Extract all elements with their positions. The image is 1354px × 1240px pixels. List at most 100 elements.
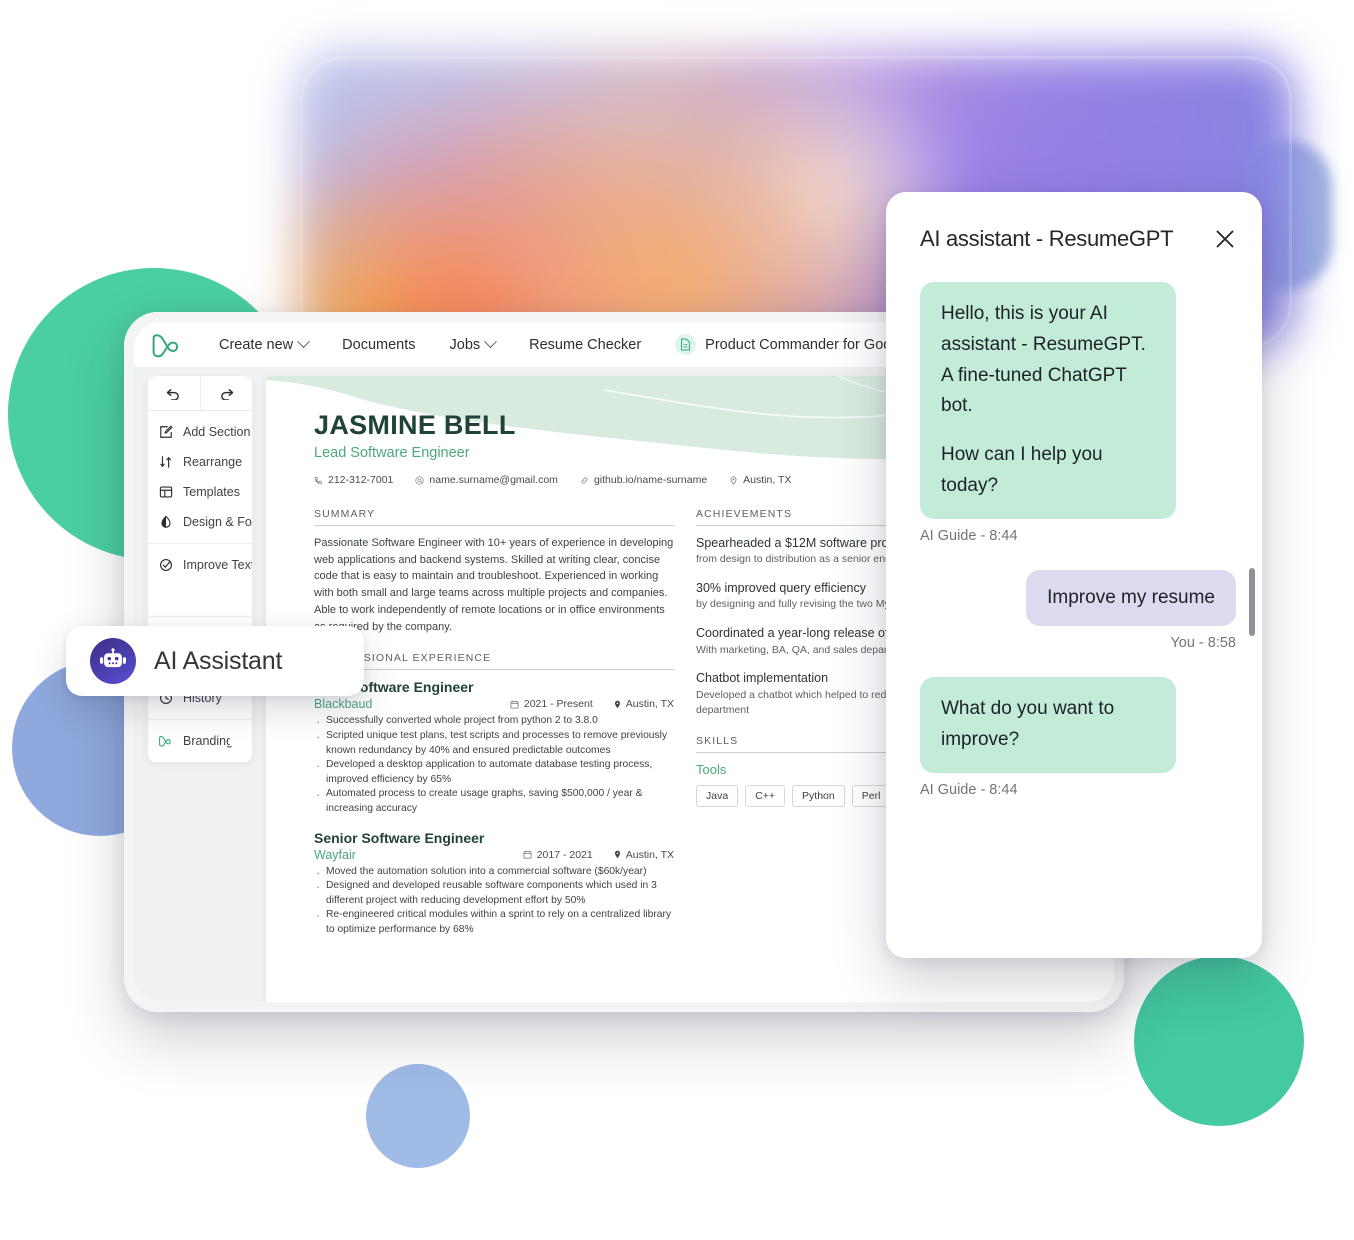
chat-bubble-paragraph: What do you want to improve? (941, 698, 1115, 751)
job-title: Lead Software Engineer (314, 679, 474, 696)
calendar-icon (510, 700, 519, 709)
chat-scrollbar-thumb[interactable] (1249, 568, 1255, 636)
edit-square-icon (158, 424, 174, 440)
chat-bubble-bot: Hello, this is your AI assistant - Resum… (920, 282, 1176, 519)
contact-link: github.io/name-surname (580, 474, 707, 486)
job-bullets: Moved the automation solution into a com… (314, 864, 674, 938)
nav-jobs-label: Jobs (449, 336, 481, 353)
sidebar-item-improve-text[interactable]: Improve Text (148, 550, 252, 580)
job-bullet: Moved the automation solution into a com… (314, 864, 674, 882)
phone-icon (314, 476, 322, 484)
sidebar-group-edit: Add Section Rearrange Templates Design &… (148, 411, 252, 543)
undo-button[interactable] (148, 376, 200, 410)
job-date: 2017 - 2021 (523, 849, 593, 861)
sidebar-item-label: Improve Text (183, 558, 252, 572)
pin-icon (730, 476, 737, 485)
job-meta: Blackbaud 2021 - Present Austin, TX (314, 697, 674, 711)
summary-text: Passionate Software Engineer with 10+ ye… (314, 537, 674, 633)
skill-chip: Java (696, 784, 739, 807)
nav-documents[interactable]: Documents (325, 337, 432, 353)
chat-timestamp: You - 8:58 (1170, 635, 1236, 652)
nav-resume-checker[interactable]: Resume Checker (512, 337, 658, 353)
sidebar-item-design-font[interactable]: Design & Font (148, 507, 252, 537)
experience-heading: PROFESSIONAL EXPERIENCE (314, 652, 674, 671)
chevron-down-icon (297, 335, 311, 349)
decorative-circle-blue-bottom (366, 1064, 470, 1168)
calendar-icon (523, 850, 532, 859)
sidebar-item-branding[interactable]: Branding (148, 726, 252, 756)
experience-section: PROFESSIONAL EXPERIENCE Lead Software En… (314, 652, 674, 937)
ai-assistant-pill[interactable]: AI Assistant (66, 626, 364, 696)
nav-create-new-label: Create new (219, 336, 294, 353)
sidebar-item-label: Rearrange (183, 455, 243, 469)
sidebar-item-label: Add Section (183, 425, 251, 439)
chat-bubble-paragraph: Improve my resume (1047, 586, 1215, 608)
document-icon (675, 334, 697, 355)
job-date-text: 2017 - 2021 (536, 848, 593, 861)
skill-chip: C++ (745, 784, 786, 807)
sidebar-item-rearrange[interactable]: Rearrange (148, 447, 252, 477)
contact-location-text: Austin, TX (743, 474, 792, 486)
summary-section: SUMMARY Passionate Software Engineer wit… (314, 508, 674, 635)
experience-entry: Senior Software Engineer Wayfair 2017 - … (314, 830, 674, 938)
chat-bubble-paragraph: Hello, this is your AI assistant - Resum… (941, 303, 1146, 417)
experience-entry: Lead Software Engineer Blackbaud 2021 - … (314, 679, 674, 816)
sidebar-item-templates[interactable]: Templates (148, 477, 252, 507)
nav-resume-checker-label: Resume Checker (529, 336, 642, 353)
job-title: Senior Software Engineer (314, 829, 485, 846)
screenshot-root: Create new Documents Jobs Resume Checker (0, 0, 1354, 1240)
job-bullet: Developed a desktop application to autom… (314, 757, 674, 787)
robot-icon (90, 638, 136, 684)
chat-bubble-user: Improve my resume (1026, 569, 1236, 627)
job-bullet: Automated process to create usage graphs… (314, 786, 674, 816)
job-bullets: Successfully converted whole project fro… (314, 713, 674, 816)
chat-bubble-bot: What do you want to improve? (920, 677, 1176, 773)
resume-left-column: SUMMARY Passionate Software Engineer wit… (314, 508, 674, 955)
contact-email: name.surname@gmail.com (415, 474, 558, 486)
job-location-text: Austin, TX (625, 698, 674, 711)
layout-grid-icon (158, 484, 174, 500)
sidebar-item-label: Design & Font (183, 515, 252, 529)
pin-icon (614, 700, 620, 709)
contact-phone-text: 212-312-7001 (328, 474, 394, 486)
nav-create-new[interactable]: Create new (202, 335, 325, 353)
job-bullet: Re-engineered critical modules within a … (314, 907, 674, 937)
job-date-text: 2021 - Present (523, 698, 593, 711)
job-bullet: Scripted unique test plans, test scripts… (314, 728, 674, 758)
undo-arrow-icon (166, 388, 180, 400)
job-bullet: Designed and developed reusable software… (314, 878, 674, 908)
contact-location: Austin, TX (729, 474, 791, 486)
infinity-logo-icon (158, 733, 174, 749)
skill-chip: Perl (851, 784, 891, 807)
nav-documents-label: Documents (342, 336, 416, 353)
nav-jobs[interactable]: Jobs (433, 335, 513, 353)
job-meta: Wayfair 2017 - 2021 Austin, TX (314, 848, 674, 862)
email-icon (415, 475, 425, 485)
job-location: Austin, TX (613, 849, 674, 861)
check-circle-icon (158, 557, 174, 573)
sidebar-group-branding: Branding (148, 719, 252, 762)
close-icon[interactable] (1214, 228, 1236, 250)
link-icon (581, 476, 588, 484)
job-bullet: Successfully converted whole project fro… (314, 713, 674, 731)
job-location-text: Austin, TX (625, 848, 674, 861)
ai-assistant-pill-label: AI Assistant (154, 646, 283, 675)
sidebar-item-add-section[interactable]: Add Section (148, 417, 252, 447)
sidebar-item-label: Branding (183, 734, 234, 748)
chat-title: AI assistant - ResumeGPT (920, 226, 1174, 251)
sidebar-card: Add Section Rearrange Templates Design &… (148, 376, 252, 762)
job-company: Blackbaud (314, 697, 373, 712)
sidebar-item-label: Templates (183, 485, 240, 499)
contact-link-text: github.io/name-surname (593, 474, 708, 486)
contact-phone: 212-312-7001 (314, 474, 393, 486)
skill-chip: Python (792, 784, 845, 807)
sidebar-group-ai: Improve Text AI Assistant (148, 543, 252, 616)
chat-timestamp: AI Guide - 8:44 (920, 781, 1018, 798)
job-date: 2021 - Present (510, 698, 593, 710)
chat-bubble-paragraph: How can I help you today? (941, 444, 1103, 496)
summary-heading: SUMMARY (314, 508, 674, 526)
resumeio-logo-icon[interactable] (150, 332, 186, 358)
redo-button[interactable] (199, 376, 253, 410)
sort-arrows-icon (158, 454, 174, 470)
contrast-droplet-icon (158, 514, 174, 530)
